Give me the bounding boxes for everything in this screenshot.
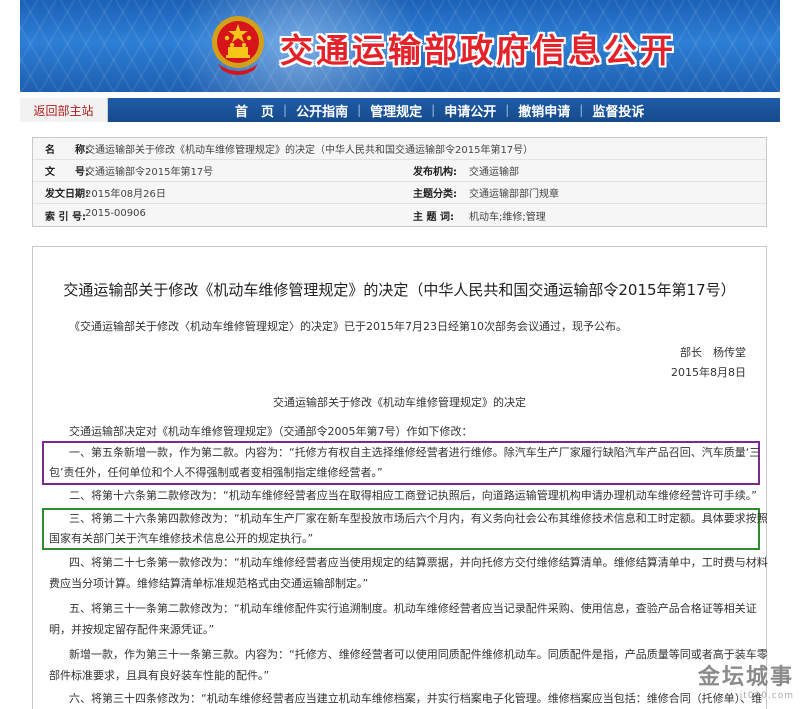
document-signer: 部长 杨传堂 [680, 346, 746, 359]
meta-name-label: 名 称: [45, 145, 89, 156]
document-body: 交通运输部关于修改《机动车维修管理规定》的决定（中华人民共和国交通运输部令201… [32, 246, 768, 709]
document-intro: 《交通运输部关于修改〈机动车维修管理规定〉的决定》已于2015年7月23日经第1… [69, 320, 627, 333]
watermark-logo-text: 金坛城事 [697, 664, 794, 690]
meta-docno-value: 交通运输部令2015年第17号 [85, 167, 214, 178]
amendment-1-line1: 一、第五条新增一款，作为第二款。内容为：“托修方有权自主选择维修经营者进行维修。… [69, 446, 761, 459]
meta-row-date: 发文日期: 2015年08月26日 主题分类: 交通运输部部门规章 [33, 182, 766, 204]
meta-index-value: 2015-00906 [85, 207, 146, 219]
national-emblem-icon [212, 16, 264, 75]
nav-apply[interactable]: 申请公开 [435, 101, 505, 120]
amendment-4-line2: 费应当分项计算。维修结算清单标准规范格式由交通运输部制定。” [49, 577, 369, 590]
site-title: 交通运输部政府信息公开 [280, 31, 676, 70]
amendment-2: 二、将第十六条第二款修改为：“机动车维修经营者应当在取得相应工商登记执照后，向道… [69, 489, 757, 502]
amendment-6-line1: 新增一款，作为第三十一条第三款。内容为：“托修方、维修经营者可以使用同质配件维修… [69, 648, 768, 661]
back-home-link[interactable]: 返回部主站 [20, 98, 108, 122]
watermark-url: jt000.com [739, 691, 794, 701]
amendment-5-line1: 五、将第三十一条第二款修改为：“机动车维修配件实行追溯制度。机动车维修经营者应当… [69, 602, 757, 615]
meta-docno-label: 文 号: [45, 167, 89, 178]
amendment-7: 六、将第三十四条修改为：“机动车维修经营者应当建立机动车维修档案，并实行档案电子… [69, 692, 763, 705]
amendment-3-line1: 三、将第二十六条第四款修改为：“机动车生产厂家在新车型投放市场后六个月内，有义务… [69, 512, 768, 525]
nav-regulations[interactable]: 管理规定 [361, 101, 431, 120]
amendment-6-line2: 部件标准要求，且具有良好装车性能的配件。” [49, 669, 270, 682]
document-sign-date: 2015年8月8日 [671, 366, 746, 379]
meta-row-docno: 文 号: 交通运输部令2015年第17号 发布机构: 交通运输部 [33, 160, 766, 182]
meta-issuer-value: 交通运输部 [469, 167, 519, 178]
document-metadata-table: 名 称: 交通运输部关于修改《机动车维修管理规定》的决定（中华人民共和国交通运输… [32, 137, 767, 227]
amendment-1-line2: 包’责任外，任何单位和个人不得强制或者变相强制指定维修经营者。” [49, 466, 383, 479]
meta-issuer-label: 发布机构: [413, 167, 457, 178]
nav-withdraw[interactable]: 撤销申请 [509, 101, 579, 120]
main-navbar: 返回部主站 首 页 | 公开指南 | 管理规定 | 申请公开 | 撤销申请 | … [20, 98, 780, 122]
meta-index-label: 索 引 号: [45, 211, 86, 223]
nav-complaint[interactable]: 监督投诉 [583, 101, 653, 120]
nav-items: 首 页 | 公开指南 | 管理规定 | 申请公开 | 撤销申请 | 监督投诉 [226, 101, 653, 120]
meta-row-index: 索 引 号: 2015-00906 主 题 词: 机动车;维修;管理 [33, 204, 766, 226]
amendment-3-line2: 国家有关部门关于汽车维修技术信息公开的规定执行。” [49, 532, 314, 545]
site-banner: 交通运输部政府信息公开 [20, 0, 780, 92]
meta-date-value: 2015年08月26日 [85, 189, 166, 200]
document-title: 交通运输部关于修改《机动车维修管理规定》的决定（中华人民共和国交通运输部令201… [63, 281, 736, 299]
document-subtitle: 交通运输部关于修改《机动车维修管理规定》的决定 [273, 396, 526, 409]
meta-date-label: 发文日期: [45, 189, 89, 200]
document-lead: 交通运输部决定对《机动车维修管理规定》（交通部令2005年第7号）作如下修改： [69, 425, 473, 438]
nav-home[interactable]: 首 页 [226, 101, 283, 120]
amendment-5-line2: 明，并按规定留存配件来源凭证。” [49, 623, 215, 636]
nav-guide[interactable]: 公开指南 [287, 101, 357, 120]
meta-row-name: 名 称: 交通运输部关于修改《机动车维修管理规定》的决定（中华人民共和国交通运输… [33, 138, 766, 160]
site-watermark: 金坛城事 jt000.com [686, 659, 794, 701]
amendment-4-line1: 四、将第二十七条第一款修改为：“机动车维修经营者应当使用规定的结算票据，并向托修… [69, 556, 768, 569]
meta-keywords-label: 主 题 词: [413, 211, 454, 223]
meta-category-label: 主题分类: [413, 189, 457, 200]
meta-keywords-value: 机动车;维修;管理 [469, 211, 546, 223]
meta-name-value: 交通运输部关于修改《机动车维修管理规定》的决定（中华人民共和国交通运输部令201… [85, 145, 534, 156]
meta-category-value: 交通运输部部门规章 [469, 189, 559, 200]
